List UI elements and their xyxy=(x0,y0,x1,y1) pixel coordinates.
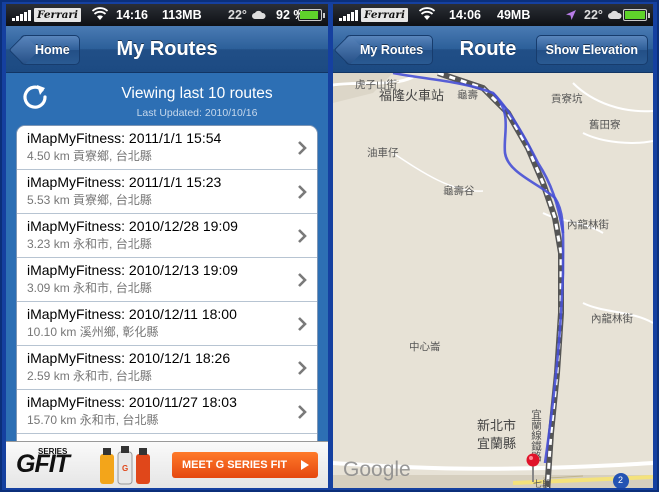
route-detail: 10.10 km 溪州鄉, 彰化縣 xyxy=(27,325,159,339)
route-detail: 4.50 km 貢寮鄉, 台北縣 xyxy=(27,149,152,163)
map-label: 貢寮坑 xyxy=(551,93,583,105)
route-row[interactable]: iMapMyFitness: 2010/12/11 18:00 10.10 km … xyxy=(17,302,317,346)
cloud-icon xyxy=(608,10,622,19)
google-attribution: Google xyxy=(343,458,411,481)
memory-readout: 113MB xyxy=(162,8,202,22)
map-label: 舊田寮 xyxy=(589,119,621,131)
route-list: iMapMyFitness: 2011/1/1 15:54 4.50 km 貢寮鄉… xyxy=(16,125,318,441)
routes-panel: Viewing last 10 routes Last Updated: 201… xyxy=(6,73,328,441)
play-arrow-icon xyxy=(301,460,309,470)
route-row[interactable]: iMapMyFitness: 2010/12/13 19:09 3.09 km 永… xyxy=(17,258,317,302)
route-row[interactable]: iMapMyFitness: 2010/12/28 19:09 3.23 km 永… xyxy=(17,214,317,258)
gatorade-logo: GFIT SERIES xyxy=(16,447,70,478)
chevron-right-icon xyxy=(298,405,307,419)
route-map-screen: Ferrari 14:06 49MB 22° My Routes Route S… xyxy=(333,4,653,488)
route-detail: 3.09 km 永和市, 台北縣 xyxy=(27,281,152,295)
route-detail: 5.53 km 貢寮鄉, 台北縣 xyxy=(27,193,152,207)
meet-g-series-button[interactable]: MEET G SERIES FIT xyxy=(172,452,318,478)
location-arrow-icon xyxy=(566,10,576,20)
battery-icon xyxy=(298,9,325,21)
refresh-icon[interactable] xyxy=(20,82,50,112)
route-detail: 15.70 km 永和市, 台北縣 xyxy=(27,413,159,427)
map-label: 內龍林街 xyxy=(567,219,609,231)
carrier-label: Ferrari xyxy=(34,8,81,22)
battery-icon xyxy=(623,9,650,21)
status-bar: Ferrari 14:06 49MB 22° xyxy=(333,4,653,26)
route-end-pin-icon[interactable] xyxy=(525,453,541,483)
routes-count-title: Viewing last 10 routes xyxy=(121,85,273,102)
map-label: 龜壽 xyxy=(457,89,478,101)
map-label: 龜壽谷 xyxy=(443,185,475,197)
clock: 14:16 xyxy=(116,8,148,22)
route-detail: 3.23 km 永和市, 台北縣 xyxy=(27,237,152,251)
map-label: 2 xyxy=(618,475,624,485)
my-routes-screen: Ferrari 14:16 113MB 22° 92 % Home My Rou… xyxy=(6,4,328,488)
temperature: 22° xyxy=(228,8,247,22)
route-name: iMapMyFitness: 2010/12/1 18:26 xyxy=(27,350,231,366)
ad-banner[interactable]: GFIT SERIES G MEET G SERIES FIT xyxy=(6,441,328,488)
memory-readout: 49MB xyxy=(497,8,531,22)
chevron-right-icon xyxy=(298,317,307,331)
route-name: iMapMyFitness: 2010/12/28 19:09 xyxy=(27,218,238,234)
map-label: 新北市 xyxy=(477,418,517,433)
svg-text:G: G xyxy=(122,464,128,473)
map-label: 宜蘭縣 xyxy=(477,436,517,451)
show-elevation-button[interactable]: Show Elevation xyxy=(535,35,648,65)
chevron-right-icon xyxy=(298,273,307,287)
navigation-bar: Home My Routes xyxy=(6,26,328,73)
map-label: 中心崙 xyxy=(409,341,441,353)
status-bar: Ferrari 14:16 113MB 22° 92 % xyxy=(6,4,328,26)
chevron-right-icon xyxy=(298,185,307,199)
wifi-icon xyxy=(419,7,435,20)
route-name: iMapMyFitness: 2010/12/11 18:00 xyxy=(27,306,237,322)
route-name: iMapMyFitness: 2011/1/1 15:23 xyxy=(27,174,222,190)
route-row[interactable]: iMapMyFitness: 2010/10/17 1 xyxy=(17,434,317,441)
route-row[interactable]: iMapMyFitness: 2010/12/1 18:26 2.59 km 永和… xyxy=(17,346,317,390)
route-name: iMapMyFitness: 2010/12/13 19:09 xyxy=(27,262,238,278)
map-label: 內龍林街 xyxy=(591,313,633,325)
signal-icon xyxy=(339,10,358,21)
route-name: iMapMyFitness: 2011/1/1 15:54 xyxy=(27,130,222,146)
routes-header: Viewing last 10 routes Last Updated: 201… xyxy=(6,73,328,125)
bottles-image: G xyxy=(100,446,150,485)
navigation-bar: My Routes Route Show Elevation xyxy=(333,26,653,73)
chevron-right-icon xyxy=(298,229,307,243)
temperature: 22° xyxy=(584,8,603,22)
route-name: iMapMyFitness: 2010/11/27 18:03 xyxy=(27,394,237,410)
chevron-right-icon xyxy=(298,361,307,375)
chevron-right-icon xyxy=(298,141,307,155)
cloud-icon xyxy=(252,10,266,19)
carrier-label: Ferrari xyxy=(361,8,408,22)
route-row[interactable]: iMapMyFitness: 2010/11/27 18:03 15.70 km … xyxy=(17,390,317,434)
route-map[interactable]: 虎子山街 福隆火車站 龜壽 貢寮坑 舊田寮 油車仔 龜壽谷 內龍林街 內龍林街 … xyxy=(333,73,653,488)
route-detail: 2.59 km 永和市, 台北縣 xyxy=(27,369,152,383)
map-label: 油車仔 xyxy=(367,147,399,159)
show-elevation-label: Show Elevation xyxy=(545,43,638,57)
map-label: 福隆火車站 xyxy=(379,88,445,103)
page-title: My Routes xyxy=(116,38,218,60)
route-row[interactable]: iMapMyFitness: 2011/1/1 15:23 5.53 km 貢寮鄉… xyxy=(17,170,317,214)
wifi-icon xyxy=(92,7,108,20)
last-updated-label: Last Updated: 2010/10/16 xyxy=(136,107,258,119)
clock: 14:06 xyxy=(449,8,481,22)
signal-icon xyxy=(12,10,31,21)
route-row[interactable]: iMapMyFitness: 2011/1/1 15:54 4.50 km 貢寮鄉… xyxy=(17,126,317,170)
